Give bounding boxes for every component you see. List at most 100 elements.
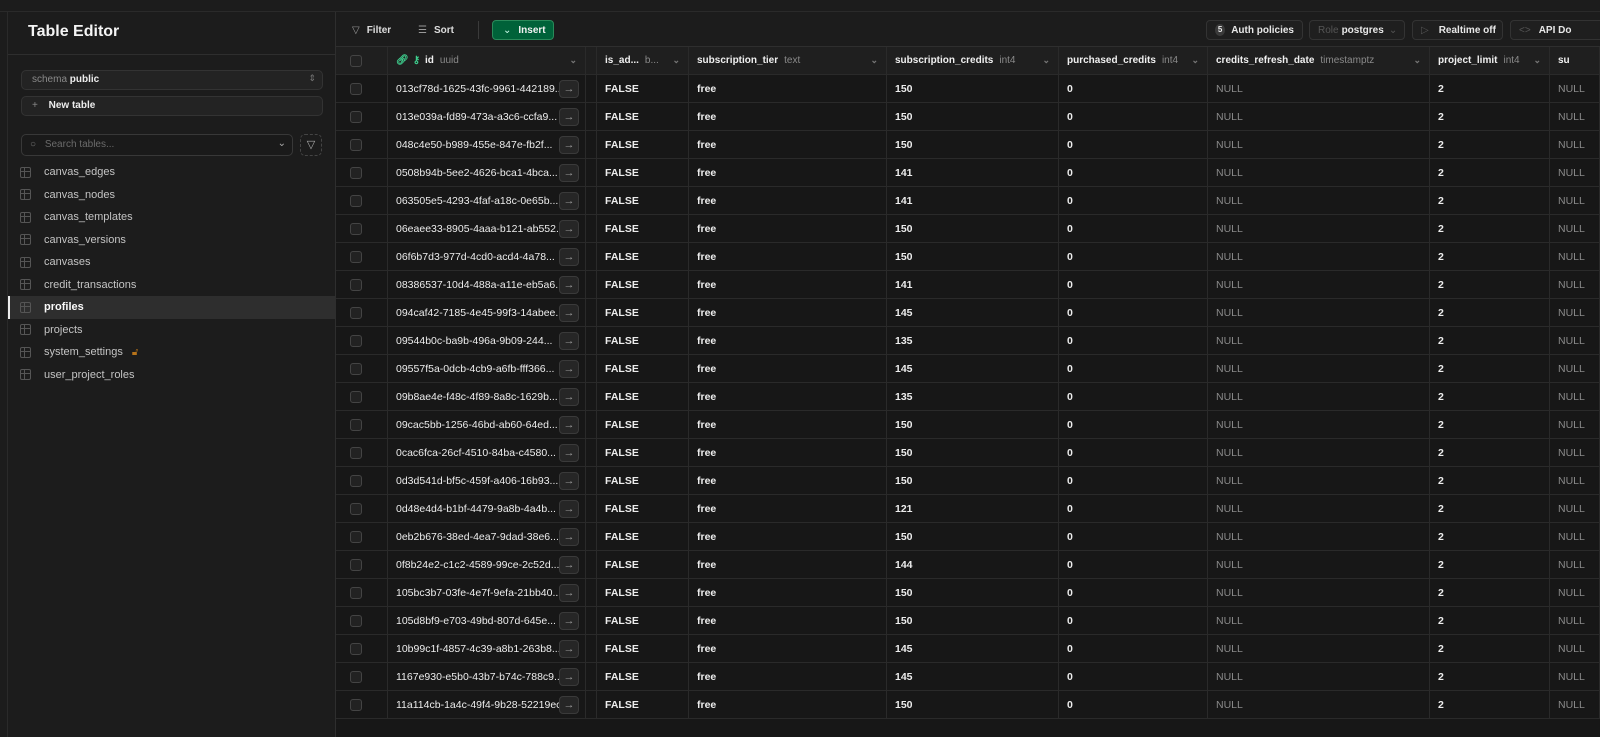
column-header[interactable]: su [1550,47,1600,74]
cell-purchased-credits[interactable]: 0 [1059,243,1208,270]
cell-credits-refresh-date[interactable]: NULL [1208,187,1430,214]
cell-is-admin[interactable]: FALSE [597,411,689,438]
cell-subscription-tier[interactable]: free [689,327,887,354]
row-checkbox-cell[interactable] [336,607,388,634]
cell-su[interactable]: NULL [1550,635,1600,662]
checkbox[interactable] [350,586,362,599]
cell-clipped[interactable] [586,327,597,354]
checkbox[interactable] [350,390,362,403]
arrow-right-icon[interactable]: → [559,612,579,630]
cell-clipped[interactable] [586,383,597,410]
checkbox[interactable] [350,334,362,347]
cell-subscription-credits[interactable]: 145 [887,635,1059,662]
table-row[interactable]: 094caf42-7185-4e45-99f3-14abee... → FALSE f… [336,299,1600,327]
column-header[interactable]: subscription_tier text ⌄ [689,47,887,74]
cell-clipped[interactable] [586,467,597,494]
table-row[interactable]: 09557f5a-0dcb-4cb9-a6fb-fff366... → FALSE f… [336,355,1600,383]
cell-purchased-credits[interactable]: 0 [1059,355,1208,382]
cell-clipped[interactable] [586,103,597,130]
cell-su[interactable]: NULL [1550,495,1600,522]
row-checkbox-cell[interactable] [336,355,388,382]
cell-purchased-credits[interactable]: 0 [1059,551,1208,578]
cell-subscription-tier[interactable]: free [689,635,887,662]
cell-purchased-credits[interactable]: 0 [1059,467,1208,494]
arrow-right-icon[interactable]: → [559,220,579,238]
row-checkbox-cell[interactable] [336,383,388,410]
cell-clipped[interactable] [586,159,597,186]
row-checkbox-cell[interactable] [336,159,388,186]
cell-purchased-credits[interactable]: 0 [1059,579,1208,606]
cell-clipped[interactable] [586,355,597,382]
sidebar-item-user_project_roles[interactable]: user_project_roles [8,364,336,387]
cell-subscription-tier[interactable]: free [689,607,887,634]
cell-is-admin[interactable]: FALSE [597,75,689,102]
cell-id[interactable]: 0d48e4d4-b1bf-4479-9a8b-4a4b... → [388,495,586,522]
row-checkbox-cell[interactable] [336,495,388,522]
table-row[interactable]: 06f6b7d3-977d-4cd0-acd4-4a78... → FALSE fre… [336,243,1600,271]
table-row[interactable]: 11a114cb-1a4c-49f4-9b28-52219ec... → FALSE… [336,691,1600,719]
cell-project-limit[interactable]: 2 [1430,243,1550,270]
cell-project-limit[interactable]: 2 [1430,159,1550,186]
arrow-right-icon[interactable]: → [559,164,579,182]
sort-button[interactable]: ☰ Sort [418,20,454,40]
cell-subscription-tier[interactable]: free [689,103,887,130]
cell-subscription-credits[interactable]: 135 [887,327,1059,354]
cell-credits-refresh-date[interactable]: NULL [1208,271,1430,298]
cell-project-limit[interactable]: 2 [1430,215,1550,242]
cell-project-limit[interactable]: 2 [1430,439,1550,466]
cell-is-admin[interactable]: FALSE [597,383,689,410]
cell-project-limit[interactable]: 2 [1430,103,1550,130]
schema-selector[interactable]: schema public ⇕ [21,70,323,90]
table-row[interactable]: 09b8ae4e-f48c-4f89-8a8c-1629b... → FALSE fr… [336,383,1600,411]
column-header[interactable] [586,47,597,74]
cell-su[interactable]: NULL [1550,467,1600,494]
cell-id[interactable]: 013cf78d-1625-43fc-9961-442189... → [388,75,586,102]
table-row[interactable]: 0f8b24e2-c1c2-4589-99ce-2c52d... → FALSE fr… [336,551,1600,579]
cell-subscription-tier[interactable]: free [689,551,887,578]
cell-subscription-tier[interactable]: free [689,299,887,326]
checkbox[interactable] [350,110,362,123]
cell-su[interactable]: NULL [1550,215,1600,242]
cell-subscription-credits[interactable]: 150 [887,579,1059,606]
cell-project-limit[interactable]: 2 [1430,635,1550,662]
cell-subscription-credits[interactable]: 145 [887,663,1059,690]
arrow-right-icon[interactable]: → [559,192,579,210]
table-row[interactable]: 09544b0c-ba9b-496a-9b09-244... → FALSE free… [336,327,1600,355]
cell-project-limit[interactable]: 2 [1430,383,1550,410]
cell-purchased-credits[interactable]: 0 [1059,215,1208,242]
cell-subscription-credits[interactable]: 150 [887,439,1059,466]
checkbox[interactable] [350,530,362,543]
cell-su[interactable]: NULL [1550,523,1600,550]
checkbox[interactable] [350,194,362,207]
cell-is-admin[interactable]: FALSE [597,159,689,186]
cell-credits-refresh-date[interactable]: NULL [1208,439,1430,466]
column-header[interactable]: 🔗︎ ⚷ id uuid ⌄ [388,47,586,74]
filter-tables-button[interactable]: ▽ [300,134,322,156]
cell-credits-refresh-date[interactable]: NULL [1208,635,1430,662]
cell-subscription-credits[interactable]: 150 [887,467,1059,494]
cell-clipped[interactable] [586,271,597,298]
arrow-right-icon[interactable]: → [559,696,579,714]
cell-credits-refresh-date[interactable]: NULL [1208,75,1430,102]
cell-project-limit[interactable]: 2 [1430,411,1550,438]
cell-credits-refresh-date[interactable]: NULL [1208,663,1430,690]
checkbox[interactable] [350,502,362,515]
cell-su[interactable]: NULL [1550,383,1600,410]
role-selector[interactable]: Role postgres ⌄ [1309,20,1405,40]
cell-credits-refresh-date[interactable]: NULL [1208,467,1430,494]
cell-purchased-credits[interactable]: 0 [1059,187,1208,214]
row-checkbox-cell[interactable] [336,243,388,270]
cell-purchased-credits[interactable]: 0 [1059,495,1208,522]
checkbox[interactable] [350,166,362,179]
column-header[interactable]: is_ad... b... ⌄ [597,47,689,74]
checkbox[interactable] [350,642,362,655]
table-row[interactable]: 013e039a-fd89-473a-a3c6-ccfa9... → FALSE fr… [336,103,1600,131]
cell-su[interactable]: NULL [1550,103,1600,130]
cell-credits-refresh-date[interactable]: NULL [1208,551,1430,578]
sidebar-item-canvas_templates[interactable]: canvas_templates [8,206,336,229]
cell-purchased-credits[interactable]: 0 [1059,383,1208,410]
cell-purchased-credits[interactable]: 0 [1059,607,1208,634]
row-checkbox-cell[interactable] [336,299,388,326]
column-header[interactable]: purchased_credits int4 ⌄ [1059,47,1208,74]
row-checkbox-cell[interactable] [336,523,388,550]
